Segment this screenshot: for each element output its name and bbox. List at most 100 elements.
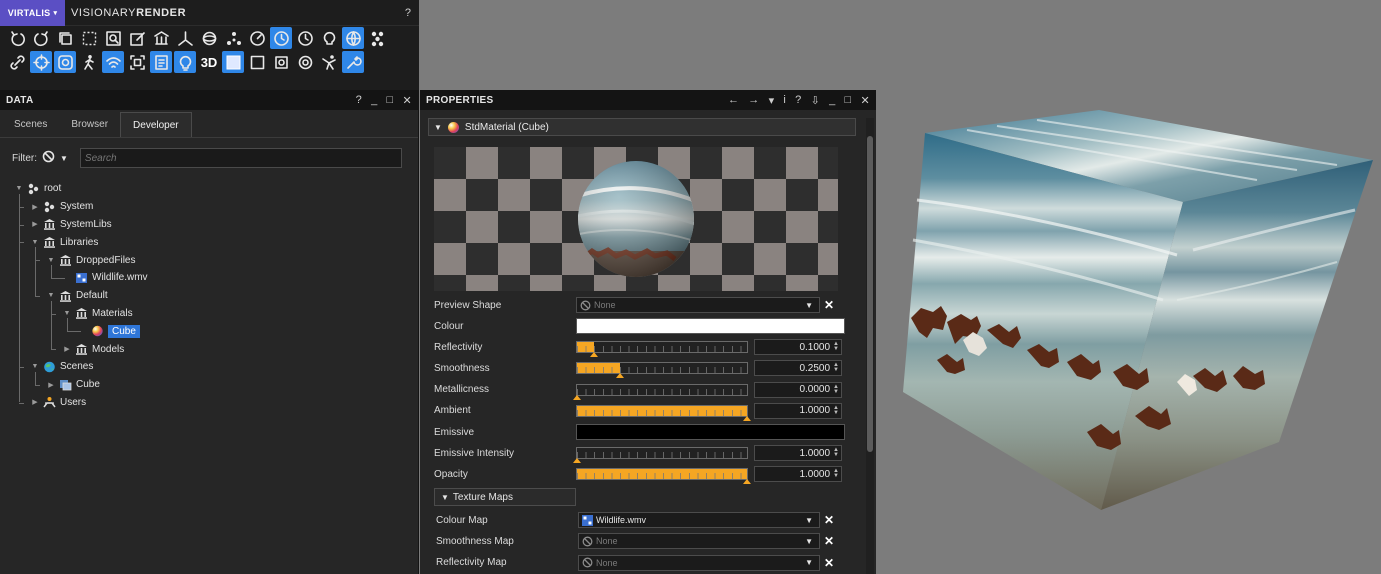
axes-button[interactable] <box>174 27 196 49</box>
clock-button[interactable] <box>270 27 292 49</box>
dropdown-arrow-icon[interactable]: ▼ <box>805 516 813 525</box>
tree-item-models[interactable]: ▶ Models <box>0 340 418 358</box>
bulb-cycle-button[interactable] <box>318 27 340 49</box>
props-control-2[interactable]: ▾ <box>769 94 775 107</box>
ambient-spinbox[interactable]: 1.0000 ▲ ▼ <box>754 402 842 419</box>
props-control-0[interactable]: ← <box>728 94 739 107</box>
opacity-slider[interactable] <box>576 468 751 485</box>
tree-item-materials[interactable]: ▼ Materials <box>0 305 418 323</box>
data-control-3[interactable]: ✕ <box>402 94 412 107</box>
square-filled-button[interactable] <box>222 51 244 73</box>
smoothness-slider[interactable] <box>576 362 748 379</box>
tree-item-root[interactable]: ▼ root <box>0 180 418 198</box>
slider-handle[interactable] <box>590 352 598 357</box>
reflectivity-map-combo[interactable]: None ▼ <box>578 554 820 571</box>
bulb-button[interactable] <box>174 51 196 73</box>
props-control-3[interactable]: i <box>783 94 786 107</box>
chip-button[interactable] <box>270 51 292 73</box>
expand-right-icon[interactable]: ▶ <box>30 398 40 406</box>
clock-button[interactable] <box>294 27 316 49</box>
filter-dropdown-icon[interactable]: ▼ <box>60 154 68 163</box>
bank-add-button[interactable] <box>150 27 172 49</box>
emissive-intensity-slider[interactable] <box>573 447 748 463</box>
expand-right-icon[interactable]: ▶ <box>30 203 40 211</box>
link-button[interactable] <box>6 51 28 73</box>
wifi-button[interactable] <box>102 51 124 73</box>
tree-item-droppedfiles[interactable]: ▼ DroppedFiles <box>0 251 418 269</box>
props-control-8[interactable]: ✕ <box>860 94 870 107</box>
tree-item-systemlibs[interactable]: ▶ SystemLibs <box>0 216 418 234</box>
scene-button[interactable] <box>54 51 76 73</box>
zoom-button[interactable] <box>102 27 124 49</box>
help-button[interactable]: ? <box>405 7 411 19</box>
expand-right-icon[interactable]: ▶ <box>30 220 40 228</box>
props-control-4[interactable]: ? <box>795 94 801 107</box>
spin-arrows-icon[interactable]: ▲ ▼ <box>833 447 839 458</box>
reflectivity-slider[interactable] <box>576 341 748 357</box>
clear-icon[interactable]: ✕ <box>823 557 835 569</box>
clear-icon[interactable]: ✕ <box>823 299 835 311</box>
metallicness-spinbox[interactable]: 0.0000 ▲ ▼ <box>754 381 842 398</box>
tree-item-default[interactable]: ▼ Default <box>0 287 418 305</box>
props-control-7[interactable]: □ <box>845 94 852 107</box>
emissive-intensity-spinbox[interactable]: 1.0000 ▲ ▼ <box>754 445 842 461</box>
expand-down-icon[interactable]: ▼ <box>30 363 40 370</box>
data-control-1[interactable]: _ <box>371 94 377 107</box>
tree-item-users[interactable]: ▶ Users <box>0 394 418 412</box>
marquee-select-button[interactable] <box>78 27 100 49</box>
spin-arrows-icon[interactable]: ▲ ▼ <box>833 405 839 416</box>
square-outline-button[interactable] <box>246 51 268 73</box>
opacity-spinbox[interactable]: 1.0000 ▲ ▼ <box>754 466 842 483</box>
slider-handle[interactable] <box>573 458 581 463</box>
props-control-6[interactable]: _ <box>829 94 835 107</box>
slider-handle[interactable] <box>615 373 624 379</box>
expand-right-icon[interactable]: ▶ <box>46 381 56 389</box>
props-control-1[interactable]: → <box>748 94 759 107</box>
data-control-2[interactable]: □ <box>387 94 394 107</box>
clear-icon[interactable]: ✕ <box>823 514 835 526</box>
molecule-button[interactable] <box>366 27 388 49</box>
tree-item-scenes[interactable]: ▼ Scenes <box>0 358 418 376</box>
spin-arrows-icon[interactable]: ▲ ▼ <box>833 384 839 395</box>
expand-down-icon[interactable]: ▼ <box>46 292 56 299</box>
properties-scrollbar[interactable] <box>866 118 874 574</box>
data-control-0[interactable]: ? <box>356 94 362 107</box>
filter-none-icon[interactable] <box>42 150 55 166</box>
spin-arrows-icon[interactable]: ▲ ▼ <box>833 468 839 479</box>
tree-item-cube[interactable]: ▶ Cube <box>0 376 418 394</box>
props-control-5[interactable]: ⇩ <box>811 94 821 107</box>
crosshair-button[interactable] <box>30 51 52 73</box>
gauge-button[interactable] <box>246 27 268 49</box>
texture-maps-header[interactable]: ▼ Texture Maps <box>434 488 576 506</box>
tab-developer[interactable]: Developer <box>120 112 192 137</box>
expand-down-icon[interactable]: ▼ <box>62 310 72 317</box>
frame-button[interactable] <box>126 51 148 73</box>
colour-map-combo[interactable]: Wildlife.wmv ▼ <box>578 512 820 528</box>
copy-button[interactable] <box>54 27 76 49</box>
slider-handle[interactable] <box>743 415 751 421</box>
scrollbar-thumb[interactable] <box>867 136 873 452</box>
expand-down-icon[interactable]: ▼ <box>14 185 24 192</box>
collapse-arrow-icon[interactable]: ▼ <box>434 123 442 132</box>
slider-handle[interactable] <box>573 394 581 400</box>
tree-item-cube[interactable]: Cube <box>0 322 418 340</box>
tree-item-libraries[interactable]: ▼ Libraries <box>0 233 418 251</box>
redo-button[interactable] <box>30 27 52 49</box>
slider-handle[interactable] <box>743 479 751 485</box>
metallicness-slider[interactable] <box>573 383 748 400</box>
reflectivity-spinbox[interactable]: 0.1000 ▲ ▼ <box>754 339 842 355</box>
collapse-arrow-icon[interactable]: ▼ <box>441 493 449 502</box>
settings-ring-button[interactable] <box>294 51 316 73</box>
3d-toggle-button[interactable]: 3D <box>198 51 220 73</box>
expand-down-icon[interactable]: ▼ <box>30 239 40 246</box>
smoothness-map-combo[interactable]: None ▼ <box>578 533 820 550</box>
smoothness-spinbox[interactable]: 0.2500 ▲ ▼ <box>754 360 842 377</box>
preview-shape-combo[interactable]: None ▼ <box>576 297 820 313</box>
edit-button[interactable] <box>126 27 148 49</box>
walk-button[interactable] <box>78 51 100 73</box>
figure-button[interactable] <box>318 51 340 73</box>
dropdown-arrow-icon[interactable]: ▼ <box>805 301 813 310</box>
expand-down-icon[interactable]: ▼ <box>46 257 56 264</box>
material-header[interactable]: ▼ StdMaterial (Cube) <box>428 118 856 136</box>
network-button[interactable] <box>342 27 364 49</box>
